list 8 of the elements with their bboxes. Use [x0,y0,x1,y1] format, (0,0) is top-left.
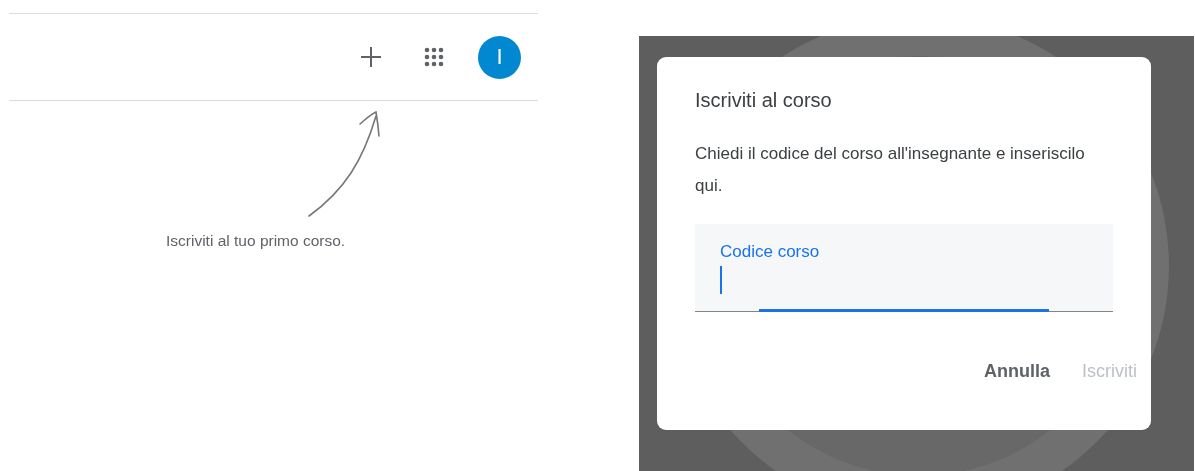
plus-icon [360,46,382,68]
dialog-message: Chiedi il codice del corso all'insegnante e inseriscilo qui. [695,143,1086,197]
empty-state-text: Iscriviti al tuo primo corso. [166,232,346,250]
account-avatar[interactable]: I [478,35,521,79]
grid-icon [424,47,444,67]
cancel-button[interactable]: Annulla [980,357,1054,386]
dialog-title: Iscriviti al corso [695,89,833,112]
class-code-field[interactable]: Codice corso [695,224,1113,312]
